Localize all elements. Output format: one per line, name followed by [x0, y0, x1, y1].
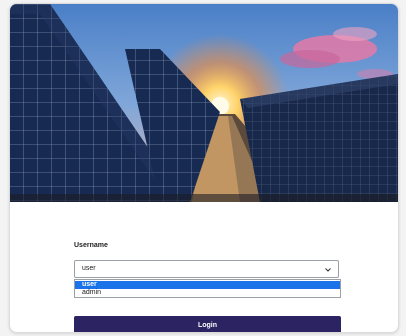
- username-select-value: user: [82, 265, 96, 272]
- login-button[interactable]: Login: [74, 316, 341, 332]
- login-card: Username user user admin Login: [9, 3, 399, 333]
- username-label: Username: [74, 242, 108, 249]
- option-user[interactable]: user: [75, 281, 340, 289]
- username-dropdown: user admin: [74, 279, 341, 298]
- option-admin[interactable]: admin: [75, 289, 340, 297]
- hero-image: [10, 4, 398, 202]
- chevron-down-icon: [325, 268, 331, 272]
- username-select[interactable]: user: [74, 260, 339, 278]
